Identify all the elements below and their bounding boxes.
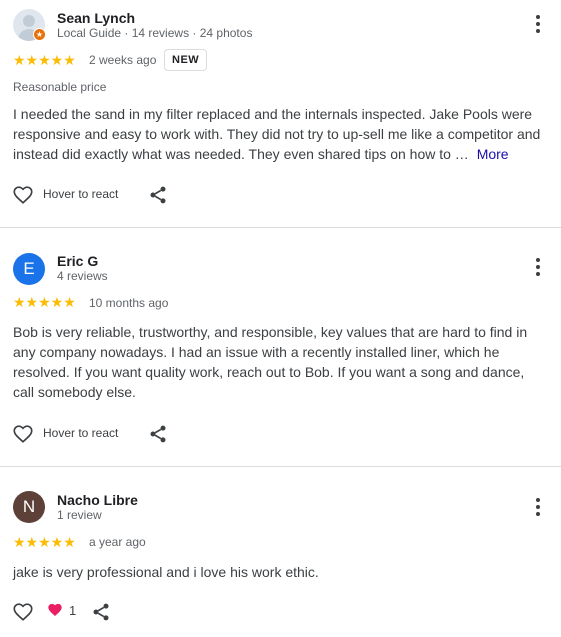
share-icon[interactable] xyxy=(148,424,168,444)
review-card: E Eric G 4 reviews ★★★★★ 10 months ago B… xyxy=(0,228,561,466)
action-row: Hover to react xyxy=(0,421,561,447)
heart-outline-icon[interactable] xyxy=(12,184,34,206)
reaction-count: 1 xyxy=(69,602,77,618)
heart-outline-icon[interactable] xyxy=(12,423,34,445)
review-time: 2 weeks ago xyxy=(89,53,157,67)
review-time: a year ago xyxy=(89,535,146,549)
review-attribute: Reasonable price xyxy=(13,80,107,94)
avatar[interactable]: E xyxy=(13,253,45,285)
reviewer-name[interactable]: Sean Lynch xyxy=(57,10,135,26)
share-icon[interactable] xyxy=(91,602,111,622)
avatar-letter: N xyxy=(22,497,36,516)
avatar[interactable]: N xyxy=(13,491,45,523)
review-card: N Nacho Libre 1 review ★★★★★ a year ago … xyxy=(0,467,561,637)
star-rating: ★★★★★ xyxy=(13,52,76,68)
more-vert-icon[interactable] xyxy=(527,496,549,518)
reviewer-meta[interactable]: Local Guide · 14 reviews · 24 photos xyxy=(57,26,252,40)
share-icon[interactable] xyxy=(148,185,168,205)
heart-filled-icon xyxy=(48,603,62,616)
reviewer-meta[interactable]: 1 review xyxy=(57,508,102,522)
review-text: Bob is very reliable, trustworthy, and r… xyxy=(13,324,528,400)
react-label[interactable]: Hover to react xyxy=(43,187,118,201)
heart-outline-icon[interactable] xyxy=(12,601,34,623)
action-row: 1 xyxy=(0,599,561,625)
reviewer-name[interactable]: Nacho Libre xyxy=(57,492,138,508)
review-time: 10 months ago xyxy=(89,296,169,310)
reaction-summary[interactable]: 1 xyxy=(47,602,76,618)
more-vert-icon[interactable] xyxy=(527,13,549,35)
review-text: I needed the sand in my filter replaced … xyxy=(13,104,548,164)
review-text: jake is very professional and i love his… xyxy=(13,564,319,580)
reviewer-name[interactable]: Eric G xyxy=(57,253,98,269)
avatar-letter: E xyxy=(23,259,35,278)
more-link[interactable]: More xyxy=(477,146,509,162)
local-guide-badge-icon: ★ xyxy=(33,28,46,41)
new-badge: NEW xyxy=(164,49,208,71)
star-rating: ★★★★★ xyxy=(13,534,76,550)
star-rating: ★★★★★ xyxy=(13,294,76,310)
action-row: Hover to react xyxy=(0,182,561,208)
review-card: ★ Sean Lynch Local Guide · 14 reviews · … xyxy=(0,0,561,227)
react-label[interactable]: Hover to react xyxy=(43,426,118,440)
review-text-body: I needed the sand in my filter replaced … xyxy=(13,106,541,162)
more-vert-icon[interactable] xyxy=(527,256,549,278)
reviewer-meta[interactable]: 4 reviews xyxy=(57,269,108,283)
